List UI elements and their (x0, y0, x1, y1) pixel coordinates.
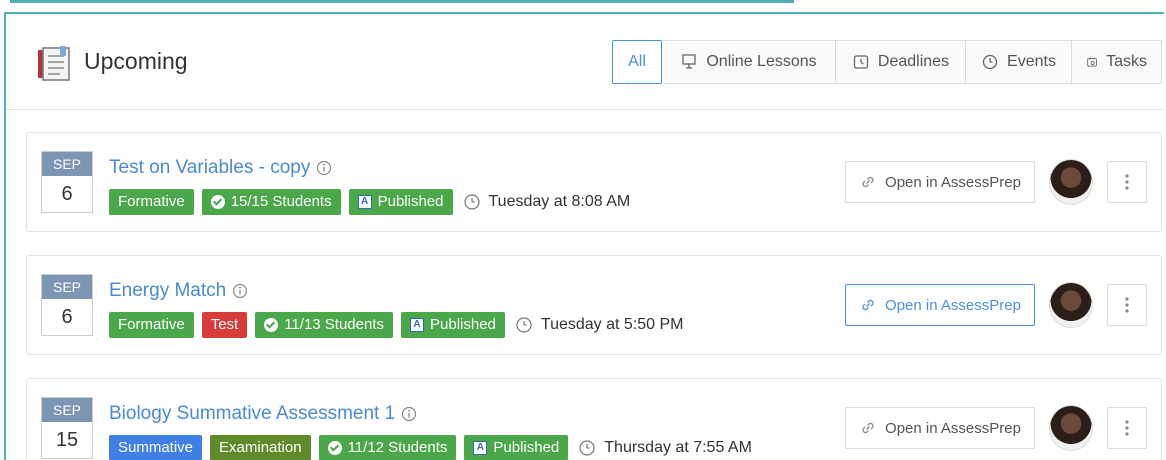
check-circle-icon (264, 318, 279, 332)
more-options-button[interactable] (1107, 161, 1147, 203)
item-time-text: Tuesday at 8:08 AM (488, 193, 631, 210)
calendar-clock-icon (853, 55, 869, 69)
published-label: Published (430, 316, 496, 333)
item-title-text[interactable]: Energy Match (109, 280, 226, 302)
info-icon[interactable] (401, 406, 417, 422)
filter-deadlines[interactable]: Deadlines (836, 40, 966, 84)
type-badge: Summative (109, 435, 203, 460)
list-item: SEP 15 Biology Summative Assessment 1 Su… (26, 378, 1162, 460)
students-badge: 15/15 Students (201, 189, 341, 215)
filter-tabs: All Online Lessons Deadlines Events Task… (612, 40, 1162, 84)
students-badge: 11/12 Students (318, 435, 457, 460)
item-badges: Summative Examination 11/12 Students A P… (109, 435, 752, 460)
clock-icon (579, 440, 595, 456)
filter-tasks[interactable]: Tasks (1072, 40, 1162, 84)
calendar-task-icon (1087, 57, 1097, 67)
more-options-button[interactable] (1107, 407, 1147, 449)
notebook-icon (38, 46, 70, 81)
published-label: Published (493, 439, 560, 456)
info-icon[interactable] (316, 160, 332, 176)
assessprep-icon: A (410, 318, 425, 332)
presentation-icon (682, 54, 696, 69)
date-day: 15 (42, 422, 92, 458)
date-badge: SEP 6 (41, 151, 93, 213)
date-month: SEP (42, 398, 92, 422)
date-badge: SEP 15 (41, 397, 93, 459)
filter-online-lessons-label: Online Lessons (706, 53, 817, 70)
filter-all-label: All (628, 53, 646, 70)
item-badges: Formative Test 11/13 Students A Publishe… (109, 312, 684, 338)
category-badge: Test (201, 312, 248, 338)
type-badge: Formative (109, 189, 194, 215)
info-icon[interactable] (232, 283, 248, 299)
published-badge: A Published (401, 312, 505, 338)
filter-tasks-label: Tasks (1106, 53, 1147, 70)
open-in-assessprep-button[interactable]: Open in AssessPrep (845, 161, 1035, 203)
item-title[interactable]: Test on Variables - copy (109, 157, 332, 179)
top-accent-bar (10, 0, 794, 3)
date-day: 6 (42, 299, 92, 335)
item-title[interactable]: Biology Summative Assessment 1 (109, 403, 417, 425)
open-in-assessprep-button[interactable]: Open in AssessPrep (845, 284, 1035, 326)
filter-events-label: Events (1007, 53, 1056, 70)
more-options-button[interactable] (1107, 284, 1147, 326)
item-title-text[interactable]: Test on Variables - copy (109, 157, 310, 179)
kebab-icon (1125, 297, 1129, 313)
panel-header: Upcoming All Online Lessons Deadlines Ev… (6, 14, 1164, 110)
date-badge: SEP 6 (41, 274, 93, 336)
link-icon (862, 422, 874, 434)
students-count: 15/15 Students (230, 193, 332, 210)
clock-icon (516, 317, 532, 333)
check-circle-icon (327, 441, 342, 455)
students-badge: 11/13 Students (255, 312, 394, 338)
filter-all[interactable]: All (612, 40, 662, 84)
published-badge: A Published (464, 435, 569, 460)
open-button-label: Open in AssessPrep (885, 296, 1021, 314)
avatar[interactable] (1049, 282, 1093, 328)
list-item: SEP 6 Energy Match Formative Test 11/13 … (26, 255, 1162, 355)
clock-icon (463, 194, 480, 210)
date-month: SEP (42, 152, 92, 176)
category-badge: Examination (210, 435, 311, 460)
students-count: 11/13 Students (284, 316, 385, 333)
assessprep-icon: A (473, 441, 488, 455)
page-title: Upcoming (84, 48, 188, 74)
item-time: Tuesday at 5:50 PM (515, 316, 684, 334)
clock-icon (982, 54, 998, 70)
item-time-text: Tuesday at 5:50 PM (540, 316, 684, 333)
date-day: 6 (42, 176, 92, 212)
open-in-assessprep-button[interactable]: Open in AssessPrep (845, 407, 1035, 449)
item-title[interactable]: Energy Match (109, 280, 248, 302)
link-icon (862, 176, 874, 188)
kebab-icon (1125, 174, 1129, 190)
filter-online-lessons[interactable]: Online Lessons (662, 40, 836, 84)
students-count: 11/12 Students (347, 439, 448, 456)
item-time: Thursday at 7:55 AM (578, 439, 752, 457)
kebab-icon (1125, 420, 1129, 436)
type-badge: Formative (109, 312, 194, 338)
assessprep-icon: A (357, 195, 372, 209)
avatar[interactable] (1049, 159, 1093, 205)
open-button-label: Open in AssessPrep (885, 419, 1021, 437)
item-time-text: Thursday at 7:55 AM (604, 439, 752, 456)
avatar[interactable] (1049, 405, 1093, 451)
item-title-text[interactable]: Biology Summative Assessment 1 (109, 403, 395, 425)
item-time: Tuesday at 8:08 AM (463, 193, 631, 211)
open-button-label: Open in AssessPrep (885, 173, 1021, 191)
filter-events[interactable]: Events (966, 40, 1072, 84)
date-month: SEP (42, 275, 92, 299)
list-item: SEP 6 Test on Variables - copy Formative… (26, 132, 1162, 232)
published-badge: A Published (348, 189, 453, 215)
check-circle-icon (210, 195, 225, 209)
item-badges: Formative 15/15 Students A Published Tue… (109, 189, 630, 215)
filter-deadlines-label: Deadlines (877, 53, 950, 70)
link-icon (862, 299, 874, 311)
published-label: Published (377, 193, 444, 210)
